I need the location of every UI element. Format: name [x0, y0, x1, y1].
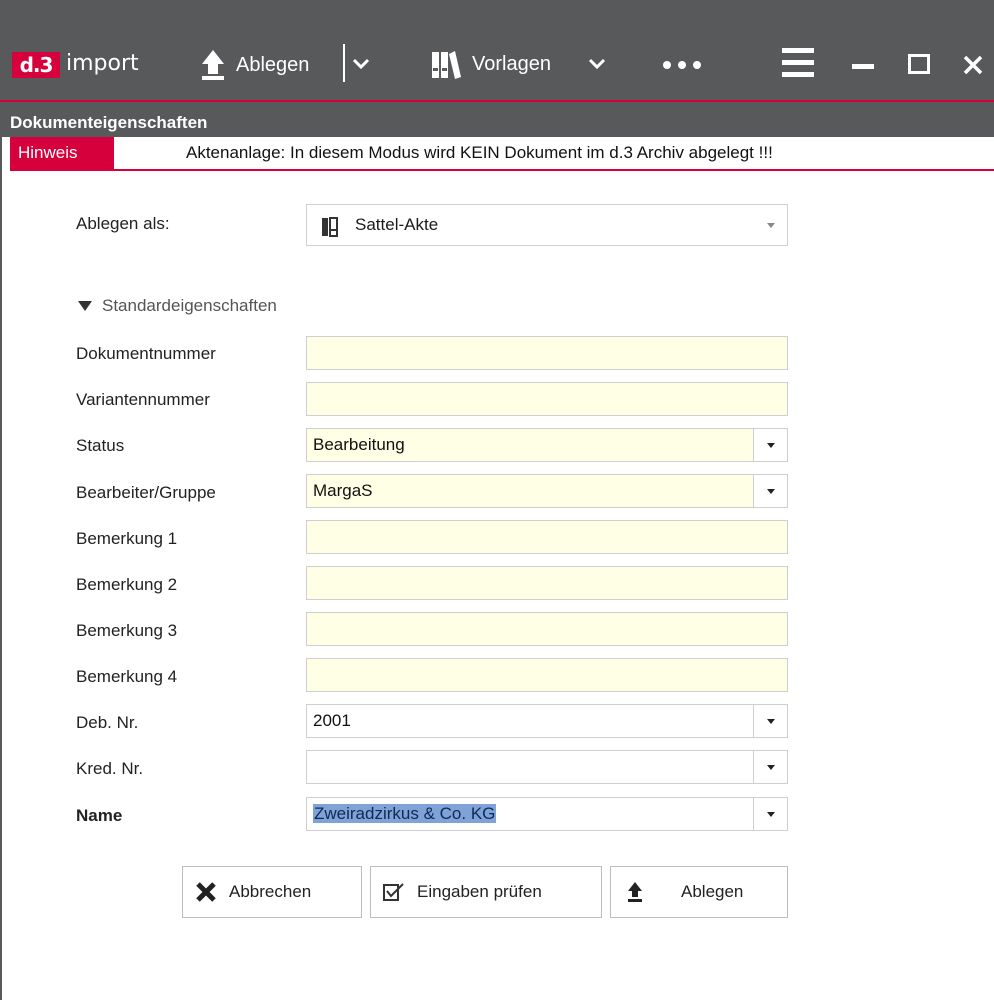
- book-binders-icon: [432, 51, 461, 79]
- field-label-bemerkung-4: Bemerkung 4: [76, 667, 178, 686]
- check-input-button[interactable]: Eingaben prüfen: [370, 866, 602, 918]
- toolbar-vorlagen-label: Vorlagen: [472, 53, 551, 75]
- bemerkung-4-input[interactable]: [306, 658, 788, 692]
- bemerkung-2-input[interactable]: [306, 566, 788, 600]
- bemerkung-1-input[interactable]: [306, 520, 788, 554]
- cancel-button[interactable]: Abbrechen: [182, 866, 362, 918]
- name-dropdown-button[interactable]: [753, 798, 787, 830]
- field-label-bemerkung-3: Bemerkung 3: [76, 621, 178, 640]
- upload-icon: [202, 50, 224, 80]
- ablegen-als-value: Sattel-Akte: [355, 215, 439, 234]
- kred-nr-dropdown-button[interactable]: [753, 751, 787, 783]
- bearbeiter-select[interactable]: MargaS: [306, 474, 788, 508]
- upload-icon: [628, 882, 642, 902]
- hint-bar: Hinweis Aktenanlage: In diesem Modus wir…: [10, 137, 994, 171]
- bearbeiter-dropdown-button[interactable]: [753, 475, 787, 507]
- variantennummer-input[interactable]: [306, 382, 788, 416]
- field-label-kred-nr: Kred. Nr.: [76, 759, 144, 778]
- ablegen-als-label: Ablegen als:: [76, 214, 170, 233]
- close-icon[interactable]: [962, 54, 984, 76]
- file-binder-icon: [322, 217, 338, 237]
- hamburger-menu-icon[interactable]: [782, 46, 814, 80]
- more-options-icon[interactable]: [662, 60, 702, 70]
- section-title: Dokumenteigenschaften: [10, 113, 208, 132]
- maximize-icon[interactable]: [908, 54, 930, 74]
- name-value: Zweiradzirkus & Co. KG: [313, 804, 497, 824]
- deb-nr-select[interactable]: 2001: [306, 704, 788, 738]
- status-select[interactable]: Bearbeitung: [306, 428, 788, 462]
- bemerkung-3-input[interactable]: [306, 612, 788, 646]
- name-selected-text: Zweiradzirkus & Co. KG: [313, 804, 497, 823]
- deb-nr-dropdown-button[interactable]: [753, 705, 787, 737]
- cancel-x-icon: [196, 882, 216, 902]
- dokumentnummer-input[interactable]: [306, 336, 788, 370]
- kred-nr-select[interactable]: [306, 750, 788, 784]
- status-dropdown-button[interactable]: [753, 429, 787, 461]
- check-input-button-label: Eingaben prüfen: [417, 882, 542, 901]
- hint-text: Aktenanlage: In diesem Modus wird KEIN D…: [186, 143, 773, 162]
- field-label-bearbeiter: Bearbeiter/Gruppe: [76, 483, 216, 502]
- minimize-icon[interactable]: [852, 64, 874, 70]
- toolbar-ablegen-button[interactable]: Ablegen: [200, 48, 309, 82]
- app-logo-badge: d.3: [12, 52, 60, 78]
- toolbar-vorlagen-button[interactable]: Vorlagen: [430, 48, 551, 80]
- hint-label: Hinweis: [10, 137, 114, 169]
- title-bar: d.3 import Ablegen Vorlagen: [0, 0, 994, 102]
- save-button[interactable]: Ablegen: [610, 866, 788, 918]
- ablegen-als-select[interactable]: Sattel-Akte: [306, 204, 788, 246]
- app-logo-text: import: [66, 51, 139, 76]
- bearbeiter-value: MargaS: [313, 481, 373, 500]
- field-label-name: Name: [76, 806, 123, 825]
- deb-nr-value: 2001: [313, 711, 351, 730]
- save-button-label: Ablegen: [681, 882, 744, 901]
- field-label-bemerkung-2: Bemerkung 2: [76, 575, 178, 594]
- toolbar-ablegen-label: Ablegen: [236, 54, 310, 76]
- status-value: Bearbeitung: [313, 435, 405, 454]
- triangle-down-icon: [78, 301, 92, 311]
- chevron-down-icon[interactable]: [588, 58, 606, 70]
- cancel-button-label: Abbrechen: [229, 882, 312, 901]
- field-label-status: Status: [76, 436, 125, 455]
- field-label-dokumentnummer: Dokumentnummer: [76, 344, 216, 363]
- field-label-deb-nr: Deb. Nr.: [76, 713, 139, 732]
- caret-down-icon: [767, 223, 775, 228]
- standardeigenschaften-label: Standardeigenschaften: [102, 296, 277, 315]
- checkbox-check-icon: [383, 883, 404, 901]
- toolbar-separator: [343, 44, 345, 82]
- standardeigenschaften-toggle[interactable]: Standardeigenschaften: [78, 296, 277, 316]
- chevron-down-icon[interactable]: [352, 58, 370, 70]
- field-label-variantennummer: Variantennummer: [76, 390, 210, 409]
- left-border: [0, 137, 10, 1000]
- name-select[interactable]: Zweiradzirkus & Co. KG: [306, 797, 788, 831]
- field-label-bemerkung-1: Bemerkung 1: [76, 529, 178, 548]
- section-header: Dokumenteigenschaften: [0, 102, 994, 137]
